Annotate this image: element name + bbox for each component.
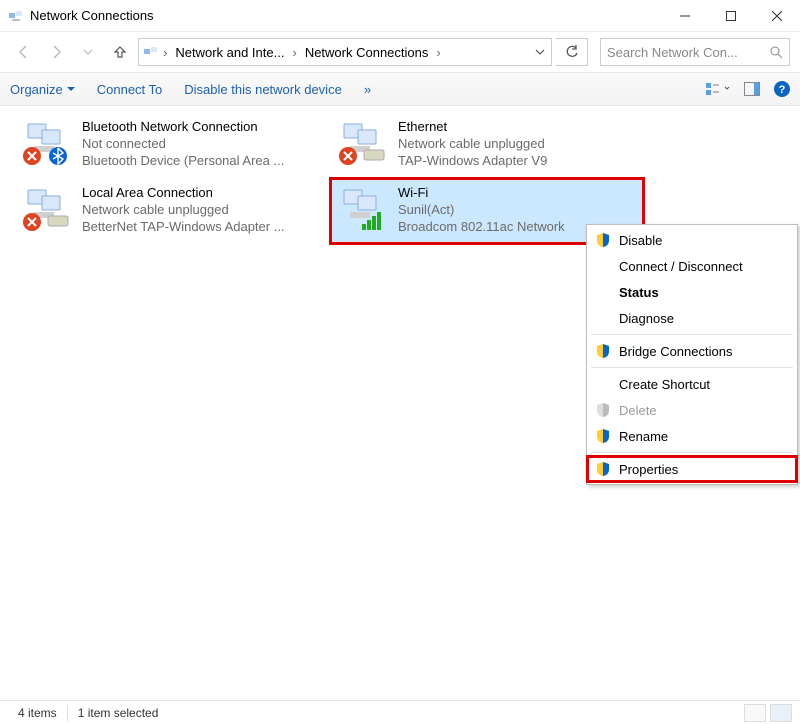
search-icon	[769, 45, 783, 59]
window-title: Network Connections	[30, 8, 662, 23]
search-input[interactable]: Search Network Con...	[600, 38, 790, 66]
up-button[interactable]	[106, 38, 134, 66]
chevron-right-icon[interactable]: ›	[434, 45, 442, 60]
menu-diagnose[interactable]: Diagnose	[587, 305, 797, 331]
help-button[interactable]: ?	[774, 81, 790, 97]
connection-name: Ethernet	[398, 118, 547, 135]
connection-item-bluetooth[interactable]: Bluetooth Network Connection Not connect…	[16, 114, 326, 176]
status-selected: 1 item selected	[68, 706, 169, 720]
connection-status: Network cable unplugged	[398, 135, 547, 152]
connection-device: Bluetooth Device (Personal Area ...	[82, 152, 284, 169]
shield-icon	[595, 461, 611, 477]
disable-device-button[interactable]: Disable this network device	[184, 82, 342, 97]
menu-properties[interactable]: Properties	[587, 456, 797, 482]
menu-separator	[591, 367, 793, 368]
address-bar: › Network and Inte... › Network Connecti…	[0, 32, 800, 72]
preview-pane-button[interactable]	[744, 82, 760, 96]
minimize-button[interactable]	[662, 0, 708, 32]
chevron-right-icon[interactable]: ›	[290, 45, 298, 60]
details-view-button[interactable]	[744, 704, 766, 722]
close-button[interactable]	[754, 0, 800, 32]
connection-device: TAP-Windows Adapter V9	[398, 152, 547, 169]
folder-icon	[143, 44, 159, 60]
network-device-icon	[20, 118, 72, 166]
menu-create-shortcut[interactable]: Create Shortcut	[587, 371, 797, 397]
tiles-view-button[interactable]	[770, 704, 792, 722]
shield-icon	[595, 343, 611, 359]
network-connections-icon	[8, 8, 24, 24]
connection-status: Not connected	[82, 135, 284, 152]
recent-dropdown[interactable]	[74, 38, 102, 66]
connection-name: Wi-Fi	[398, 184, 565, 201]
breadcrumb-bar[interactable]: › Network and Inte... › Network Connecti…	[138, 38, 552, 66]
chevron-down-icon[interactable]	[533, 47, 547, 57]
network-device-icon	[336, 118, 388, 166]
menu-status[interactable]: Status	[587, 279, 797, 305]
menu-disable[interactable]: Disable	[587, 227, 797, 253]
menu-separator	[591, 334, 793, 335]
connection-device: BetterNet TAP-Windows Adapter ...	[82, 218, 285, 235]
command-toolbar: Organize Connect To Disable this network…	[0, 72, 800, 106]
shield-icon	[595, 402, 611, 418]
connection-status: Sunil(Act)	[398, 201, 565, 218]
chevron-right-icon[interactable]: ›	[161, 45, 169, 60]
context-menu: Disable Connect / Disconnect Status Diag…	[586, 224, 798, 485]
svg-text:?: ?	[779, 84, 786, 96]
connection-device: Broadcom 802.11ac Network	[398, 218, 565, 235]
network-device-icon	[20, 184, 72, 232]
refresh-button[interactable]	[556, 38, 588, 66]
forward-button[interactable]	[42, 38, 70, 66]
shield-icon	[595, 232, 611, 248]
status-bar: 4 items 1 item selected	[0, 700, 800, 724]
menu-connect-disconnect[interactable]: Connect / Disconnect	[587, 253, 797, 279]
menu-bridge[interactable]: Bridge Connections	[587, 338, 797, 364]
connect-to-button[interactable]: Connect To	[97, 82, 163, 97]
search-placeholder: Search Network Con...	[607, 45, 769, 60]
network-device-icon	[336, 184, 388, 232]
status-count: 4 items	[8, 706, 67, 720]
more-commands[interactable]: »	[364, 82, 371, 97]
menu-delete: Delete	[587, 397, 797, 423]
menu-rename[interactable]: Rename	[587, 423, 797, 449]
connection-item-ethernet[interactable]: Ethernet Network cable unplugged TAP-Win…	[332, 114, 642, 176]
connection-status: Network cable unplugged	[82, 201, 285, 218]
shield-icon	[595, 428, 611, 444]
connection-item-lan[interactable]: Local Area Connection Network cable unpl…	[16, 180, 326, 242]
breadcrumb-item[interactable]: Network Connections	[301, 45, 433, 60]
view-options-button[interactable]	[704, 81, 730, 97]
titlebar: Network Connections	[0, 0, 800, 32]
back-button[interactable]	[10, 38, 38, 66]
maximize-button[interactable]	[708, 0, 754, 32]
connection-name: Bluetooth Network Connection	[82, 118, 284, 135]
menu-separator	[591, 452, 793, 453]
connection-name: Local Area Connection	[82, 184, 285, 201]
breadcrumb-item[interactable]: Network and Inte...	[171, 45, 288, 60]
organize-menu[interactable]: Organize	[10, 82, 75, 97]
